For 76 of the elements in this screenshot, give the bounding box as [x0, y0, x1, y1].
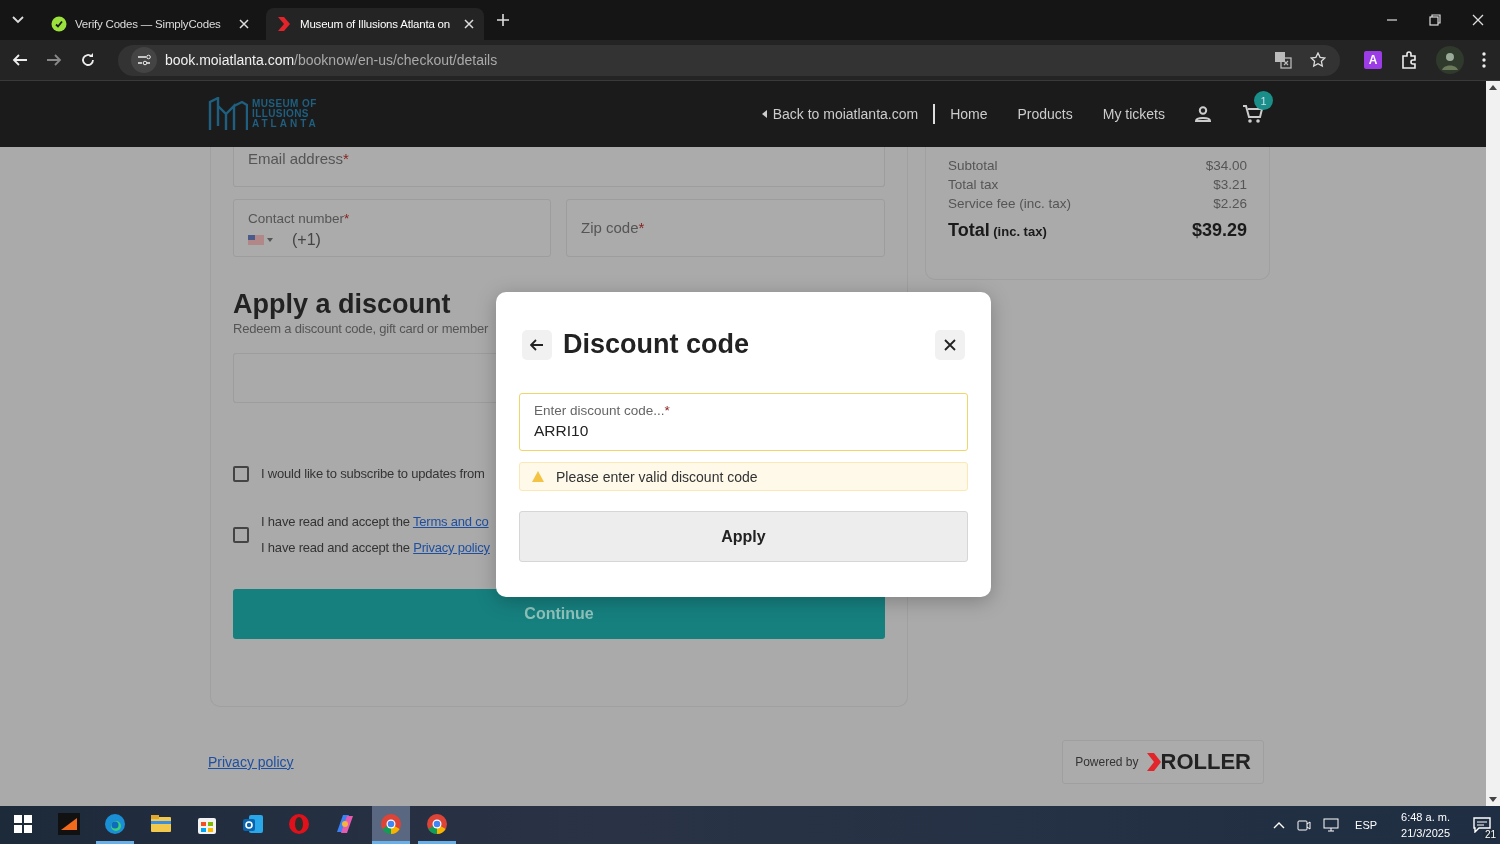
logo-text: MUSEUM OF ILLUSIONS ATLANTA [252, 99, 319, 129]
summary-value: $34.00 [1205, 157, 1247, 175]
field-label: Email address* [248, 150, 349, 167]
site-settings-icon[interactable] [130, 47, 157, 73]
scroll-up-icon[interactable] [1489, 85, 1497, 90]
close-icon[interactable] [1472, 14, 1484, 26]
new-tab-icon[interactable] [497, 14, 509, 26]
tab-list-icon[interactable] [12, 16, 24, 24]
summary-label: Subtotal [948, 157, 998, 175]
cart-count-badge: 1 [1254, 91, 1273, 110]
network-icon[interactable] [1323, 818, 1340, 832]
section-heading: Apply a discount [233, 289, 452, 319]
nav-link[interactable]: Products [1017, 106, 1073, 122]
url-text: book.moiatlanta.com/booknow/en-us/checkout/details [164, 52, 498, 68]
cart-icon[interactable] [1242, 104, 1264, 124]
clock[interactable]: 6:48 a. m. 21/3/2025 [1401, 809, 1450, 841]
total-value: $39.29 [1191, 221, 1247, 241]
caret-icon [761, 110, 767, 118]
menu-icon[interactable] [1481, 52, 1486, 68]
warning-text: Please enter valid discount code [556, 468, 758, 485]
checkbox[interactable] [233, 527, 249, 543]
restore-icon[interactable] [1429, 14, 1441, 26]
back-icon[interactable] [12, 52, 28, 68]
star-icon[interactable] [1310, 52, 1327, 68]
field-label: Zip code* [581, 219, 645, 236]
back-link[interactable]: Back to moiatlanta.com [761, 106, 919, 122]
zip-field[interactable]: Zip code* [566, 199, 885, 257]
close-icon[interactable] [239, 19, 249, 29]
email-field[interactable]: Email address* [233, 147, 885, 187]
us-flag-icon[interactable] [248, 235, 274, 245]
total-label: Total (inc. tax) [948, 221, 1047, 241]
browser-tab[interactable]: Verify Codes — SimplyCodes [41, 8, 259, 40]
back-button[interactable] [522, 329, 552, 360]
phone-field[interactable]: Contact number* (+1) [233, 199, 551, 257]
puzzle-icon[interactable] [1400, 51, 1418, 69]
reload-icon[interactable] [79, 52, 96, 68]
close-icon[interactable] [464, 19, 474, 29]
summary-label: Total tax [948, 176, 999, 194]
chevron-logo-icon [1146, 753, 1161, 771]
check-logo-icon [51, 16, 67, 32]
field-label: Enter discount code...* [534, 403, 671, 418]
close-icon [944, 338, 956, 351]
summary-value: $3.21 [1213, 176, 1247, 194]
scroll-down-icon[interactable] [1489, 797, 1497, 802]
summary-value: $2.26 [1213, 195, 1247, 213]
summary-label: Service fee (inc. tax) [948, 195, 1072, 213]
forward-icon[interactable] [45, 52, 62, 68]
nav-link[interactable]: Home [950, 106, 988, 122]
logo-mark-icon [208, 97, 248, 131]
language-indicator[interactable]: ESP [1355, 819, 1378, 831]
close-button[interactable] [935, 329, 965, 360]
browser-icon[interactable] [372, 806, 410, 844]
address-bar[interactable]: book.moiatlanta.com/booknow/en-us/checkout/details [117, 44, 1341, 76]
avatar-icon[interactable] [1436, 46, 1464, 74]
dialog-title: Discount code [563, 329, 750, 360]
consent-text: I would like to subscribe to updates from [261, 465, 485, 483]
extension-button[interactable]: A [1364, 51, 1383, 69]
browser-tab[interactable]: Museum of Illusions Atlanta on [266, 8, 484, 40]
chevron-logo-icon [276, 16, 292, 32]
section-subtitle: Redeem a discount code, gift card or member [233, 321, 489, 336]
powered-by-badge[interactable]: Powered by ROLLER [1062, 740, 1264, 784]
field-label: Contact number* [248, 211, 350, 226]
apply-button[interactable]: Apply [519, 511, 968, 562]
consent-text: I have read and accept the Privacy policy [261, 539, 490, 557]
back-icon [530, 337, 544, 352]
field-value: ARRI10 [534, 422, 590, 440]
user-icon[interactable] [1195, 106, 1211, 122]
chevron-up-icon[interactable] [1273, 821, 1286, 829]
warning-icon [532, 471, 544, 482]
discount-code-field[interactable]: Enter discount code...* ARRI10 [519, 393, 968, 451]
checkbox[interactable] [233, 466, 249, 482]
meet-icon[interactable] [1297, 818, 1312, 832]
consent-text: I have read and accept the Terms and co [261, 513, 490, 531]
translate-icon[interactable] [1274, 51, 1293, 69]
nav-link[interactable]: My tickets [1102, 106, 1165, 122]
notifications-button[interactable]: 21 [1464, 806, 1500, 844]
